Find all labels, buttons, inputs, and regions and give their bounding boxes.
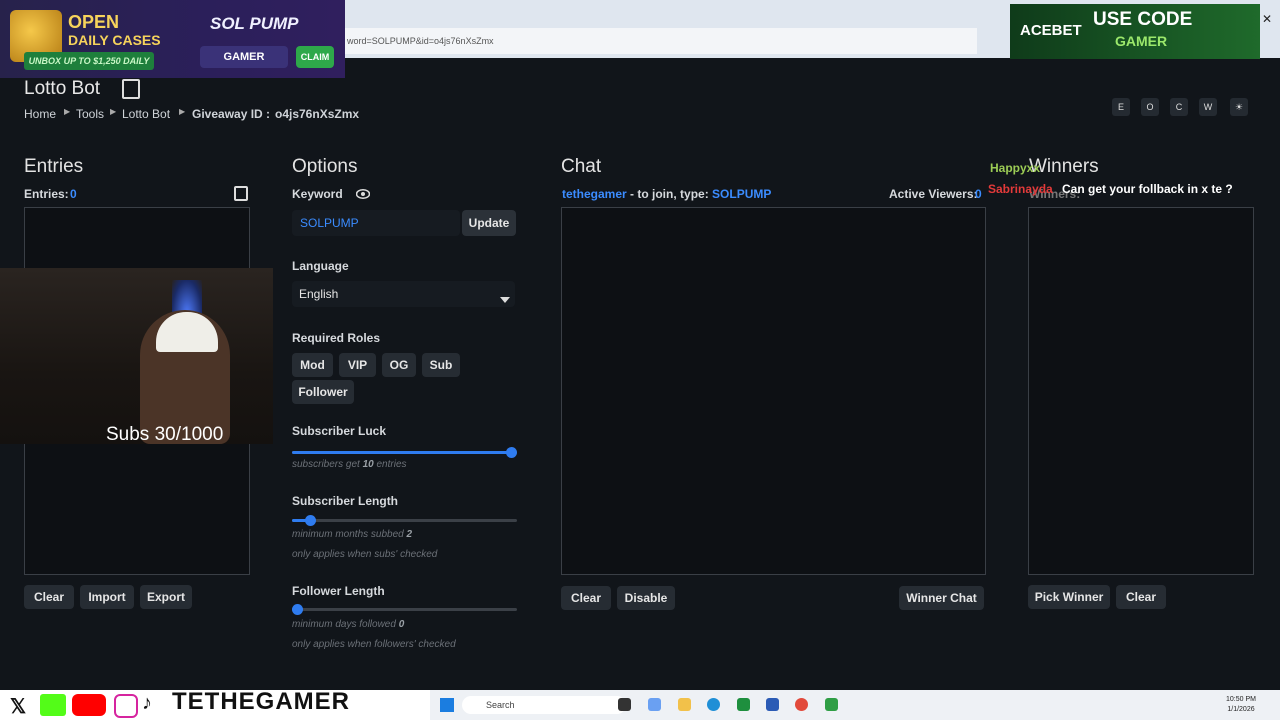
chat-title: Chat: [561, 156, 602, 177]
subs-goal-text: Subs 30/1000: [106, 424, 224, 445]
chat-join-keyword: SOLPUMP: [712, 187, 772, 201]
robot-icon: [122, 79, 140, 99]
follower-length-note: only applies when followers' checked: [292, 639, 456, 650]
overlay-chat-name: Sabrinayda: [988, 182, 1053, 196]
keyword-label: Keyword: [292, 187, 343, 201]
subscriber-luck-label: Subscriber Luck: [292, 424, 387, 438]
banner-daily-text: DAILY CASES: [68, 32, 161, 48]
acebet-code: GAMER: [1115, 33, 1168, 49]
subscriber-length-hint: minimum months subbed 2: [292, 529, 413, 540]
entries-import-button[interactable]: Import: [80, 585, 134, 609]
overlay-chat-name: Happyxx: [990, 161, 1041, 175]
tiktok-icon: ♪: [142, 692, 152, 714]
keyword-input[interactable]: SOLPUMP: [292, 210, 460, 236]
winners-list[interactable]: [1028, 207, 1254, 575]
subscriber-length-note: only applies when subs' checked: [292, 549, 438, 560]
winners-clear-button[interactable]: Clear: [1116, 585, 1166, 609]
page-title: Lotto Bot: [24, 78, 101, 99]
chrome-icon[interactable]: [795, 698, 808, 711]
taskbar-search[interactable]: Search: [462, 696, 626, 714]
banner-unbox-text: UNBOX UP TO $1,250 DAILY: [24, 52, 154, 70]
close-icon[interactable]: ✕: [1262, 12, 1272, 26]
acebet-use-code: USE CODE: [1093, 9, 1193, 30]
taskview-icon[interactable]: [618, 698, 631, 711]
header-button-w[interactable]: W: [1199, 98, 1217, 116]
entries-clear-button[interactable]: Clear: [24, 585, 74, 609]
role-vip-button[interactable]: VIP: [339, 353, 376, 377]
entries-count: 0: [70, 187, 77, 201]
edge-icon[interactable]: [707, 698, 720, 711]
breadcrumb-tools[interactable]: Tools: [76, 107, 104, 121]
theme-toggle-icon[interactable]: ☀: [1230, 98, 1248, 116]
chevron-right-icon: ▶: [110, 107, 117, 116]
chat-clear-button[interactable]: Clear: [561, 586, 611, 610]
subscriber-luck-hint: subscribers get 10 entries: [292, 459, 407, 470]
social-handle: TETHEGAMER: [172, 688, 350, 715]
chevron-right-icon: ▶: [179, 107, 186, 116]
kick-icon: [40, 694, 66, 716]
instagram-icon: [114, 694, 138, 718]
store-icon[interactable]: [766, 698, 779, 711]
banner-claim-button: CLAIM: [296, 46, 334, 68]
entries-title: Entries: [24, 156, 84, 177]
acebet-logo: ACEBET: [1020, 22, 1082, 39]
windows-start-icon[interactable]: [440, 698, 454, 712]
header-button-o[interactable]: O: [1141, 98, 1159, 116]
follower-length-hint: minimum days followed 0: [292, 619, 405, 630]
required-roles-label: Required Roles: [292, 331, 381, 345]
chat-log[interactable]: [561, 207, 986, 575]
chat-join-instruction: tethegamer - to join, type: SOLPUMP: [562, 187, 772, 201]
giveaway-id: o4js76nXsZmx: [275, 107, 360, 121]
breadcrumb-giveaway-label: Giveaway ID :: [192, 107, 271, 121]
header-button-e[interactable]: E: [1112, 98, 1130, 116]
language-value: English: [299, 287, 339, 301]
chevron-down-icon[interactable]: [500, 290, 510, 308]
role-mod-button[interactable]: Mod: [292, 353, 333, 377]
language-select[interactable]: English: [292, 281, 515, 307]
app-icon[interactable]: [825, 698, 838, 711]
winner-chat-button[interactable]: Winner Chat: [899, 586, 984, 610]
copilot-icon[interactable]: [648, 698, 661, 711]
role-follower-button[interactable]: Follower: [292, 380, 354, 404]
banner-code: GAMER: [200, 46, 288, 68]
url-bar[interactable]: word=SOLPUMP&id=o4js76nXsZmx: [345, 28, 977, 54]
breadcrumb-home[interactable]: Home: [24, 107, 56, 121]
subscriber-luck-slider[interactable]: [292, 447, 517, 458]
eye-icon[interactable]: [355, 186, 371, 199]
options-title: Options: [292, 156, 358, 177]
copy-icon[interactable]: [234, 186, 248, 201]
youtube-icon: [72, 694, 106, 716]
role-sub-button[interactable]: Sub: [422, 353, 460, 377]
update-button[interactable]: Update: [462, 210, 516, 236]
chat-username: tethegamer: [562, 187, 627, 201]
webcam-overlay: [0, 268, 273, 444]
subscriber-length-slider[interactable]: [292, 515, 517, 526]
language-label: Language: [292, 259, 349, 273]
solpump-logo: SOL PUMP: [210, 14, 299, 33]
banner-open-text: OPEN: [68, 12, 120, 32]
role-og-button[interactable]: OG: [382, 353, 416, 377]
chevron-right-icon: ▶: [64, 107, 71, 116]
active-viewers-count: 0: [975, 187, 982, 201]
entries-count-label: Entries:: [24, 187, 69, 201]
follower-length-slider[interactable]: [292, 604, 517, 615]
entries-export-button[interactable]: Export: [140, 585, 192, 609]
taskbar-clock[interactable]: 10:50 PM 1/1/2026: [1226, 695, 1256, 715]
file-explorer-icon[interactable]: [678, 698, 691, 711]
overlay-chat-message: Can get your follback in x te ?: [1062, 182, 1233, 196]
chat-disable-button[interactable]: Disable: [617, 586, 675, 610]
active-viewers-label: Active Viewers:: [889, 187, 978, 201]
breadcrumb-lotto-bot[interactable]: Lotto Bot: [122, 107, 170, 121]
x-icon: 𝕏: [10, 696, 27, 718]
xbox-icon[interactable]: [737, 698, 750, 711]
subscriber-length-label: Subscriber Length: [292, 494, 399, 508]
header-button-c[interactable]: C: [1170, 98, 1188, 116]
pick-winner-button[interactable]: Pick Winner: [1028, 585, 1110, 609]
follower-length-label: Follower Length: [292, 584, 385, 598]
